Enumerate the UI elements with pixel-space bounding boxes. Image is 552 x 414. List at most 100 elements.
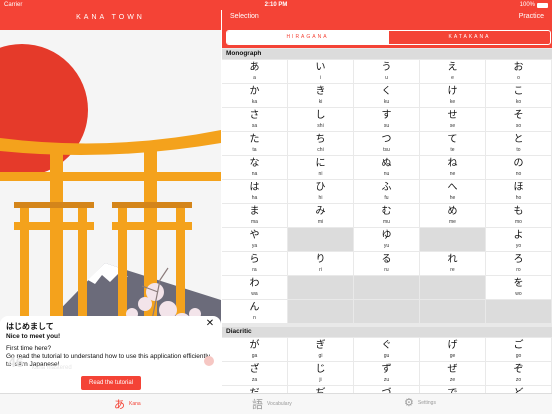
tab-settings[interactable]: ⚙ Settings — [404, 396, 436, 409]
kana-cell[interactable]: ず zu — [354, 362, 419, 385]
segment-hiragana[interactable]: HIRAGANA — [227, 31, 388, 44]
kana-cell[interactable]: み mi — [288, 204, 353, 227]
kana-cell[interactable]: さ sa — [222, 108, 287, 131]
kana-cell[interactable]: が ga — [222, 338, 287, 361]
kana-cell[interactable]: に ni — [288, 156, 353, 179]
read-tutorial-button[interactable]: Read the tutorial — [81, 376, 141, 390]
kana-cell[interactable]: よ yo — [486, 228, 551, 251]
kana-cell[interactable]: ぢji — [288, 386, 353, 393]
kana-char: あ — [249, 62, 260, 73]
kana-cell[interactable]: ゆ yu — [354, 228, 419, 251]
kana-cell[interactable]: いi — [288, 60, 353, 83]
kana-cell[interactable]: ぞ zo — [486, 362, 551, 385]
kana-cell[interactable]: し shi — [288, 108, 353, 131]
kana-cell[interactable]: も mo — [486, 204, 551, 227]
kana-cell[interactable]: こ ko — [486, 84, 551, 107]
romaji-label: go — [515, 353, 522, 359]
kana-cell[interactable]: く ku — [354, 84, 419, 107]
kana-cell[interactable]: どdo — [486, 386, 551, 393]
kana-cell[interactable]: ぎ gi — [288, 338, 353, 361]
romaji-label: tsu — [383, 147, 390, 153]
kana-cell[interactable]: えe — [420, 60, 485, 83]
kana-char: ご — [513, 340, 524, 351]
kana-cell[interactable]: ち chi — [288, 132, 353, 155]
kana-cell[interactable]: せ se — [420, 108, 485, 131]
kana-cell[interactable]: つ tsu — [354, 132, 419, 155]
kana-cell[interactable]: ほ ho — [486, 180, 551, 203]
kana-cell[interactable]: ご go — [486, 338, 551, 361]
kana-cell[interactable]: おo — [486, 60, 551, 83]
kana-cell[interactable]: か ka — [222, 84, 287, 107]
kana-cell[interactable]: や ya — [222, 228, 287, 251]
kana-cell[interactable]: ざ za — [222, 362, 287, 385]
app-title: KANA TOWN — [0, 10, 221, 30]
kana-char: い — [315, 62, 326, 73]
kana-cell[interactable]: り ri — [288, 252, 353, 275]
kana-cell[interactable]: づzu — [354, 386, 419, 393]
kana-cell[interactable]: れ re — [420, 252, 485, 275]
tab-vocabulary[interactable]: 語 Vocabulary — [252, 396, 292, 412]
torii-low-beam-right — [112, 222, 192, 230]
kana-char: ふ — [381, 182, 392, 193]
kana-cell[interactable]: め me — [420, 204, 485, 227]
kana-char: ひ — [315, 182, 326, 193]
kana-char: さ — [249, 110, 260, 121]
romaji-label: me — [449, 219, 456, 225]
segment-katakana[interactable]: KATAKANA — [388, 31, 550, 44]
kana-cell[interactable]: ひ hi — [288, 180, 353, 203]
selection-button[interactable]: Selection — [230, 13, 259, 20]
kana-cell[interactable]: て te — [420, 132, 485, 155]
kana-cell[interactable]: ぬ nu — [354, 156, 419, 179]
kana-cell[interactable]: ろ ro — [486, 252, 551, 275]
kana-cell[interactable]: ぜ ze — [420, 362, 485, 385]
romaji-label: ka — [251, 99, 258, 105]
kana-cell[interactable]: な na — [222, 156, 287, 179]
romaji-label: re — [450, 267, 455, 273]
romaji-label: i — [319, 75, 322, 81]
kana-char: ぞ — [513, 364, 524, 375]
kana-cell[interactable]: ふ fu — [354, 180, 419, 203]
kana-cell[interactable]: ぐ gu — [354, 338, 419, 361]
kana-cell[interactable]: と to — [486, 132, 551, 155]
right-pane: Selection Practice HIRAGANA KATAKANA Mon… — [222, 10, 552, 393]
kana-cell[interactable]: んn — [222, 300, 287, 323]
kana-char: ま — [249, 206, 260, 217]
kana-cell[interactable]: ま ma — [222, 204, 287, 227]
kana-char: ほ — [513, 182, 524, 193]
kana-cell[interactable]: でde — [420, 386, 485, 393]
kana-char: ぬ — [381, 158, 392, 169]
kana-cell[interactable]: わ wa — [222, 276, 287, 299]
close-icon[interactable]: ✕ — [205, 319, 215, 329]
kana-cell[interactable]: き ki — [288, 84, 353, 107]
kana-cell[interactable]: ら ra — [222, 252, 287, 275]
kana-cell[interactable]: す su — [354, 108, 419, 131]
kana-cell[interactable]: じ ji — [288, 362, 353, 385]
romaji-label: ge — [449, 353, 456, 359]
kana-cell[interactable]: ね ne — [420, 156, 485, 179]
romaji-label: nu — [383, 171, 390, 177]
kana-cell[interactable]: を wo — [486, 276, 551, 299]
kana-char: ざ — [249, 364, 260, 375]
kana-cell[interactable]: け ke — [420, 84, 485, 107]
romaji-label: so — [515, 123, 522, 129]
torii-roof-left — [14, 202, 94, 208]
kana-cell[interactable]: あa — [222, 60, 287, 83]
romaji-label: te — [450, 147, 455, 153]
kana-cell[interactable]: うu — [354, 60, 419, 83]
kana-cell[interactable]: る ru — [354, 252, 419, 275]
kana-cell[interactable]: た ta — [222, 132, 287, 155]
kana-cell[interactable]: だda — [222, 386, 287, 393]
kana-char: せ — [447, 110, 458, 121]
torii-second-beam — [0, 172, 221, 181]
kana-cell[interactable]: は ha — [222, 180, 287, 203]
kana-cell[interactable]: む mu — [354, 204, 419, 227]
practice-button[interactable]: Practice — [519, 13, 544, 20]
kana-cell[interactable]: の no — [486, 156, 551, 179]
torii-illustration — [0, 44, 221, 330]
tab-kana[interactable]: あ Kana — [114, 396, 141, 412]
romaji-label: ko — [515, 99, 522, 105]
kana-cell[interactable]: そ so — [486, 108, 551, 131]
kana-cell[interactable]: げ ge — [420, 338, 485, 361]
kana-cell[interactable]: へ he — [420, 180, 485, 203]
torii-pillar-left — [50, 151, 63, 330]
